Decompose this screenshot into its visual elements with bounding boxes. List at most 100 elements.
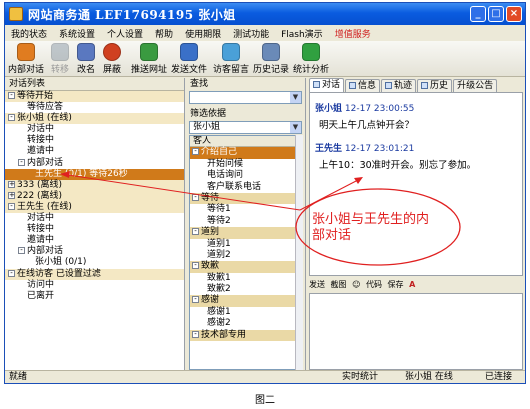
toolbar-label: 发送文件 [171,65,208,75]
tree-row[interactable]: - 王先生 (在线) [5,201,184,214]
tree-row[interactable]: - 内部对话 [5,246,184,258]
tree-row[interactable]: - 内部对话 [5,157,184,169]
quick-reply-row[interactable]: 客户联系电话 [190,182,295,193]
tree-row[interactable]: 王先生 (0/1) 等待26秒 [5,168,184,180]
collapse-icon[interactable]: - [192,296,199,304]
chat-tab-icon [313,81,320,88]
tree-row[interactable]: +333 (离线) [5,179,184,191]
collapse-icon[interactable]: - [192,262,199,270]
quick-reply-row[interactable]: - 技术部专用 [190,329,295,342]
tree-row[interactable]: 对话中 [5,213,184,225]
quick-reply-row[interactable]: - 等待 [190,192,295,205]
quick-reply-row[interactable]: 感谢2 [190,318,295,329]
menu-test-features[interactable]: 测试功能 [233,27,269,40]
quick-reply-label: 技术部专用 [201,329,247,340]
send-button[interactable]: 发送 [309,280,325,289]
internal-chat-button[interactable]: 内部对话 [8,43,44,75]
transfer-button[interactable]: 转移 [49,43,71,75]
tree-row[interactable]: 等待应答 [5,102,184,114]
search-combo[interactable]: ▼ [189,91,302,104]
tree-row[interactable]: +222 (离线) [5,190,184,202]
history-button[interactable]: 历史记录 [253,43,289,75]
expand-icon[interactable]: + [8,191,15,199]
collapse-icon[interactable]: - [8,202,15,210]
tree-row[interactable]: 转接中 [5,224,184,236]
collapse-icon[interactable]: - [192,193,199,201]
tree-row[interactable]: 访问中 [5,279,184,291]
title-bar[interactable]: 网站商务通 LEF17694195 张小姐 _ □ × [5,3,525,25]
tab-track[interactable]: 轨迹 [381,79,417,92]
tab-info[interactable]: 信息 [345,79,381,92]
filter-combo[interactable]: 张小姐 ▼ [189,121,302,134]
close-button[interactable]: × [506,6,522,22]
quick-reply-row[interactable]: 致歉1 [190,273,295,284]
quick-reply-row[interactable]: 感谢1 [190,307,295,318]
code-button[interactable]: 代码 [366,280,382,289]
collapse-icon[interactable]: - [18,247,25,255]
tree-row[interactable]: 张小姐 (0/1) [5,257,184,269]
status-text: 就绪 [9,372,28,382]
minimize-button[interactable]: _ [470,6,486,22]
tree-row[interactable]: - 在线访客 已设置过滤 [5,268,184,280]
rename-button[interactable]: 改名 [75,43,97,75]
collapse-icon[interactable]: - [8,114,15,122]
collapse-icon[interactable]: - [192,148,199,156]
tree-row-label: 对话中 [27,124,55,135]
chevron-down-icon[interactable]: ▼ [290,122,301,133]
smiley-icon[interactable]: ☺ [352,280,360,289]
tree-row[interactable]: - 张小姐 (在线) [5,113,184,125]
screenshot-button[interactable]: 截图 [331,280,347,289]
message-input[interactable] [309,293,523,370]
quick-reply-row[interactable]: 道别1 [190,239,295,250]
quick-reply-row[interactable]: - 感谢 [190,295,295,307]
tree-row[interactable]: 邀请中 [5,146,184,158]
quick-reply-row[interactable]: 等待2 [190,216,295,227]
tree-row[interactable]: - 等待开始 [5,91,184,103]
push-url-button[interactable]: 推送网址 [131,43,167,75]
tree-row-label: 等待应答 [27,102,64,113]
menu-system-settings[interactable]: 系统设置 [59,27,95,40]
menu-flash-demo[interactable]: Flash演示 [281,27,323,40]
realtime-stats-button[interactable]: 实时统计 [342,371,378,383]
tab-history[interactable]: 历史 [417,79,453,92]
quick-reply-row[interactable]: - 致歉 [190,261,295,273]
quick-reply-row[interactable]: 电话询问 [190,170,295,181]
menu-personal-settings[interactable]: 个人设置 [107,27,143,40]
tab-upgrade-notice[interactable]: 升级公告 [453,79,498,92]
block-icon [103,43,121,61]
chevron-down-icon[interactable]: ▼ [290,92,301,103]
tab-chat[interactable]: 对话 [309,78,345,92]
menu-my-status[interactable]: 我的状态 [11,27,47,40]
vertical-scrollbar[interactable] [295,135,303,370]
tree-row[interactable]: 转接中 [5,135,184,147]
collapse-icon[interactable]: - [192,228,199,236]
quick-reply-row[interactable]: 等待1 [190,204,295,215]
quick-reply-row[interactable]: - 介绍自己 [190,147,295,159]
quick-reply-row[interactable]: 道别2 [190,250,295,261]
collapse-icon[interactable]: - [8,269,15,277]
expand-icon[interactable]: + [8,180,15,188]
send-file-button[interactable]: 发送文件 [171,43,207,75]
quick-reply-row[interactable]: - 道别 [190,227,295,239]
quick-reply-label: 感谢 [201,295,220,306]
maximize-button[interactable]: □ [488,6,504,22]
block-button[interactable]: 屏蔽 [101,43,123,75]
menu-value-added-services[interactable]: 增值服务 [335,27,371,40]
tree-row[interactable]: 邀请中 [5,235,184,247]
tree-row[interactable]: 已离开 [5,290,184,302]
font-button[interactable]: A [409,280,415,289]
chat-transcript[interactable]: 张小姐 12-17 23:00:55 明天上午几点钟开会？ 王先生 12-17 … [309,92,523,276]
user-status: 张小姐 在线 [405,372,453,382]
save-button[interactable]: 保存 [388,280,404,289]
collapse-icon[interactable]: - [8,92,15,99]
collapse-icon[interactable]: - [192,330,199,338]
quick-reply-row[interactable]: 开始问候 [190,159,295,170]
guest-message-button[interactable]: 访客留言 [213,43,249,75]
collapse-icon[interactable]: - [18,158,25,166]
tree-row[interactable]: 对话中 [5,124,184,136]
statistics-button[interactable]: 统计分析 [293,43,329,75]
menu-help[interactable]: 帮助 [155,27,173,40]
menu-usage-period[interactable]: 使用期限 [185,27,221,40]
send-file-icon [180,43,198,61]
quick-reply-row[interactable]: 致歉2 [190,284,295,295]
